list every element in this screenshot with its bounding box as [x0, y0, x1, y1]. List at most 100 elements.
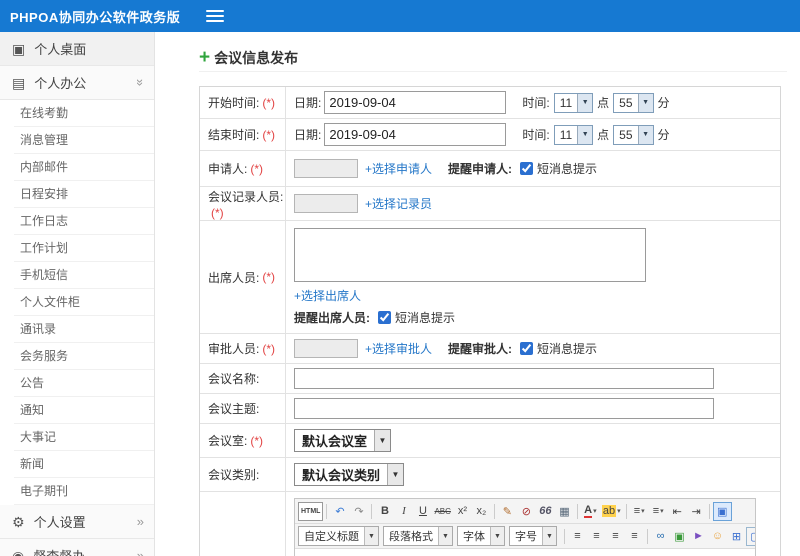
remove-format-icon[interactable]: ⊘ [517, 502, 536, 521]
heading-style-select[interactable]: 自定义标题 ▼ [298, 526, 379, 546]
hamburger-menu-icon[interactable] [206, 7, 225, 25]
minute-unit: 分 [657, 96, 670, 110]
editor-content-area[interactable] [295, 549, 755, 556]
sidebar-item-schedule[interactable]: 日程安排 [14, 181, 154, 208]
pick-recorder-link[interactable]: +选择记录员 [365, 195, 432, 212]
insert-table-icon[interactable]: ⊞ [727, 527, 746, 546]
redo-icon[interactable]: ↷ [349, 502, 368, 521]
applicant-sms-checkbox[interactable] [520, 162, 534, 175]
dropdown-arrow-icon: ▼ [542, 527, 556, 545]
field-label: 会议室: (*) [200, 424, 286, 457]
pick-approver-link[interactable]: +选择审批人 [365, 340, 432, 357]
ordered-list-icon[interactable]: ≡ ▾ [630, 502, 649, 521]
toolbar-separator [647, 528, 648, 544]
field-label: 会议名称: [200, 364, 286, 393]
underline-icon[interactable]: U [413, 502, 432, 521]
align-left-icon[interactable]: ≡ [568, 527, 587, 546]
meeting-subject-input[interactable] [294, 398, 714, 419]
bold-icon[interactable]: B [375, 502, 394, 521]
outdent-icon[interactable]: ⇤ [668, 502, 687, 521]
sidebar-group-desktop[interactable]: ▣ 个人桌面 [0, 32, 154, 66]
sidebar-item-work-log[interactable]: 工作日志 [14, 208, 154, 235]
fullscreen-grid-icon[interactable]: ▢ [746, 526, 755, 546]
sms-hint-label: 短消息提示 [537, 162, 598, 176]
sidebar-item-e-journal[interactable]: 电子期刊 [14, 478, 154, 505]
insert-media-icon[interactable]: ► [689, 527, 708, 546]
start-minute-select[interactable]: 55 ▼ [613, 92, 654, 113]
italic-icon[interactable]: I [394, 502, 413, 521]
sidebar-group-office[interactable]: ▤ 个人办公 » [0, 66, 154, 100]
font-family-select[interactable]: 字体 ▼ [457, 526, 505, 546]
toolbar-separator [493, 503, 495, 519]
dropdown-arrow-icon: ▼ [490, 527, 504, 545]
align-center-icon[interactable]: ≡ [587, 527, 606, 546]
font-color-icon[interactable]: A ▾ [581, 502, 600, 521]
main-content: + 会议信息发布 开始时间: (*) 日期: 时间: 11 ▼ 点 [155, 32, 800, 556]
sidebar-item-messages[interactable]: 消息管理 [14, 127, 154, 154]
pick-attendee-link[interactable]: +选择出席人 [294, 287, 361, 304]
required-mark: (*) [211, 205, 224, 220]
sidebar-item-events[interactable]: 大事记 [14, 424, 154, 451]
fullscreen-icon[interactable]: ▣ [712, 501, 732, 521]
indent-icon[interactable]: ⇥ [687, 502, 706, 521]
sidebar-group-settings[interactable]: ⚙ 个人设置 » [0, 505, 154, 539]
sidebar-item-news[interactable]: 新闻 [14, 451, 154, 478]
strikethrough-icon[interactable]: ABC [432, 502, 452, 521]
applicant-input[interactable] [294, 159, 358, 178]
sidebar-item-notice[interactable]: 通知 [14, 397, 154, 424]
dropdown-arrow-icon: ▼ [387, 464, 404, 485]
sidebar-group-label: 个人办公 [34, 76, 87, 91]
dropdown-arrow-icon: ▼ [577, 125, 593, 144]
layout: ▣ 个人桌面 ▤ 个人办公 » 在线考勤 消息管理 内部邮件 日程安排 工作日志… [0, 32, 800, 556]
end-minute-select[interactable]: 55 ▼ [613, 124, 654, 145]
field-label-empty [200, 492, 286, 556]
source-code-icon[interactable]: HTML [298, 501, 324, 521]
sidebar-item-meeting-service[interactable]: 会务服务 [14, 343, 154, 370]
emoticon-icon[interactable]: ☺ [708, 527, 727, 546]
sidebar-item-attendance[interactable]: 在线考勤 [14, 100, 154, 127]
start-date-input[interactable] [324, 91, 507, 114]
blockquote-icon[interactable]: 66 [536, 502, 555, 521]
superscript-icon[interactable]: x² [453, 502, 472, 521]
attendee-textarea[interactable] [294, 228, 646, 282]
pick-applicant-link[interactable]: +选择申请人 [365, 160, 432, 177]
insert-image-icon[interactable]: ▣ [670, 527, 689, 546]
recorder-input[interactable] [294, 194, 358, 213]
undo-icon[interactable]: ↶ [330, 502, 349, 521]
approver-sms-checkbox[interactable] [520, 342, 534, 355]
app-title: PHPOA协同办公软件政务版 [10, 9, 181, 25]
end-hour-select[interactable]: 11 ▼ [553, 124, 594, 145]
align-justify-icon[interactable]: ≡ [625, 527, 644, 546]
sidebar-item-announcement[interactable]: 公告 [14, 370, 154, 397]
dropdown-arrow-icon: ▼ [637, 93, 653, 112]
dropdown-arrow-icon: ▼ [438, 527, 452, 545]
unordered-list-icon[interactable]: ≡ ▾ [649, 502, 668, 521]
meeting-room-select[interactable]: 默认会议室 ▼ [294, 429, 392, 452]
align-right-icon[interactable]: ≡ [606, 527, 625, 546]
meeting-subject-row: 会议主题: [200, 394, 780, 424]
time-label: 时间: [522, 128, 550, 142]
meeting-name-input[interactable] [294, 368, 714, 389]
field-label: 审批人员: (*) [200, 334, 286, 363]
meeting-category-select[interactable]: 默认会议类别 ▼ [294, 463, 405, 486]
attendee-sms-checkbox[interactable] [378, 311, 391, 324]
font-size-select[interactable]: 字号 ▼ [509, 526, 557, 546]
highlight-color-icon[interactable]: ab ▾ [600, 502, 623, 521]
sidebar-group-label: 个人桌面 [34, 42, 87, 57]
approver-input[interactable] [294, 339, 358, 358]
minute-unit: 分 [657, 128, 670, 142]
sidebar-item-contacts[interactable]: 通讯录 [14, 316, 154, 343]
chevron-right-icon: » [136, 514, 144, 529]
insert-link-icon[interactable]: ∞ [651, 527, 670, 546]
subscript-icon[interactable]: x₂ [472, 502, 491, 521]
insert-template-icon[interactable]: ▦ [555, 502, 574, 521]
paragraph-format-select[interactable]: 段落格式 ▼ [383, 526, 453, 546]
end-date-input[interactable] [324, 123, 507, 146]
format-painter-icon[interactable]: ✎ [498, 502, 517, 521]
sidebar-item-file-cabinet[interactable]: 个人文件柜 [14, 289, 154, 316]
start-hour-select[interactable]: 11 ▼ [553, 92, 594, 113]
sidebar-item-internal-mail[interactable]: 内部邮件 [14, 154, 154, 181]
sidebar-item-sms[interactable]: 手机短信 [14, 262, 154, 289]
sidebar-item-work-plan[interactable]: 工作计划 [14, 235, 154, 262]
sidebar-group-supervise[interactable]: ◉ 督查督办 » [0, 539, 154, 556]
